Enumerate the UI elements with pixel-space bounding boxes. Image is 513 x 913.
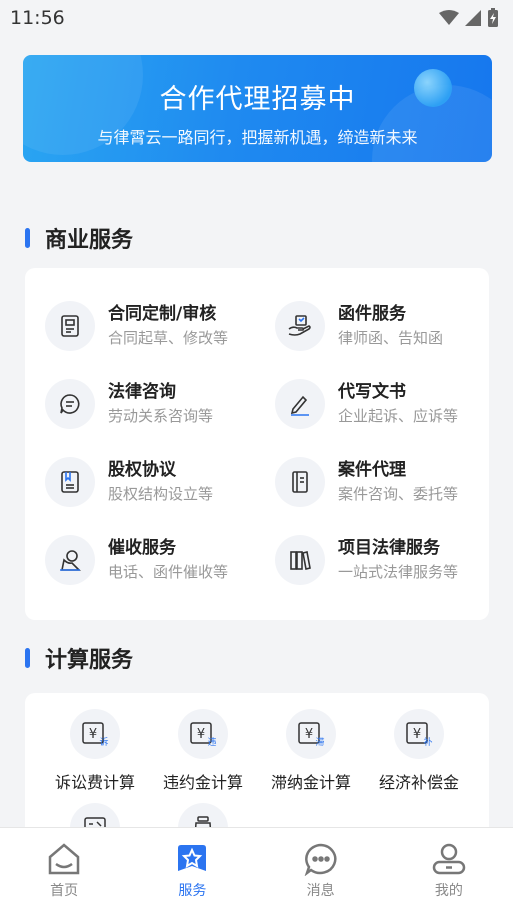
home-icon: [48, 843, 80, 875]
service-desc: 电话、函件催收等: [108, 563, 229, 581]
status-bar: 11:56: [0, 0, 513, 36]
svg-text:¥: ¥: [413, 727, 421, 742]
service-collection[interactable]: 催收服务 电话、函件催收等: [45, 530, 265, 590]
battery-icon: [488, 8, 498, 27]
yen-calc-icon: ¥ 诉: [70, 709, 120, 759]
message-icon: [304, 843, 337, 876]
svg-text:滞: 滞: [315, 737, 324, 747]
service-desc: 律师函、告知函: [338, 329, 444, 347]
service-desc: 股权结构设立等: [108, 485, 214, 503]
service-case[interactable]: 案件代理 案件咨询、委托等: [275, 452, 495, 512]
bookmark-doc-icon: [45, 457, 95, 507]
service-title: 催收服务: [108, 538, 176, 558]
svg-text:¥: ¥: [89, 727, 97, 742]
svg-text:¥: ¥: [197, 727, 205, 742]
calc-section-title: 计算服务: [25, 642, 133, 674]
calc-penalty[interactable]: ¥ 违 违约金计算: [153, 709, 253, 793]
svg-text:违: 违: [207, 737, 216, 747]
calc-late-fee[interactable]: ¥ 滞 滞纳金计算: [261, 709, 361, 793]
letter-hand-icon: [275, 301, 325, 351]
banner-title: 合作代理招募中: [159, 84, 356, 115]
tab-label: 消息: [306, 883, 335, 899]
service-desc: 一站式法律服务等: [338, 563, 459, 581]
contract-icon: [45, 301, 95, 351]
svg-text:诉: 诉: [99, 736, 108, 747]
profile-icon: [432, 843, 466, 875]
banner-subtitle: 与律霄云一路同行，把握新机遇，缔造新未来: [97, 128, 418, 147]
svg-text:¥: ¥: [305, 727, 313, 742]
service-writing[interactable]: 代写文书 企业起诉、应诉等: [275, 374, 495, 434]
business-services-card: 合同定制/审核 合同起草、修改等 函件服务 律师函、告知函 法律咨询 劳动关系咨…: [25, 268, 489, 620]
service-desc: 劳动关系咨询等: [108, 407, 214, 425]
service-title: 代写文书: [338, 382, 406, 402]
service-contract[interactable]: 合同定制/审核 合同起草、修改等: [45, 296, 265, 356]
recruit-banner[interactable]: 合作代理招募中 与律霄云一路同行，把握新机遇，缔造新未来: [23, 55, 492, 162]
calc-label: 经济补偿金: [378, 773, 459, 792]
service-letter[interactable]: 函件服务 律师函、告知函: [275, 296, 495, 356]
service-title: 函件服务: [338, 304, 406, 324]
calc-label: 滞纳金计算: [270, 773, 351, 792]
svg-text:补: 补: [423, 736, 432, 747]
calc-litigation-fee[interactable]: ¥ 诉 诉讼费计算: [45, 709, 145, 793]
service-desc: 企业起诉、应诉等: [338, 407, 459, 425]
service-desc: 案件咨询、委托等: [338, 485, 459, 503]
pen-icon: [275, 379, 325, 429]
tab-profile[interactable]: 我的: [385, 828, 513, 913]
tab-label: 首页: [50, 883, 79, 899]
bottom-tab-bar: 首页 服务 消息 我的: [0, 827, 513, 913]
collector-icon: [45, 535, 95, 585]
service-consult[interactable]: 法律咨询 劳动关系咨询等: [45, 374, 265, 434]
tab-service[interactable]: 服务: [128, 828, 256, 913]
case-folder-icon: [275, 457, 325, 507]
tab-label: 服务: [178, 883, 207, 899]
service-title: 案件代理: [338, 460, 406, 480]
service-desc: 合同起草、修改等: [108, 329, 229, 347]
wifi-icon: [439, 10, 459, 25]
tab-label: 我的: [434, 883, 463, 899]
chat-bubble-icon: [45, 379, 95, 429]
service-star-icon: [178, 845, 207, 871]
service-equity[interactable]: 股权协议 股权结构设立等: [45, 452, 265, 512]
calc-compensation[interactable]: ¥ 补 经济补偿金: [369, 709, 469, 793]
yen-calc-icon: ¥ 违: [178, 709, 228, 759]
service-title: 法律咨询: [108, 382, 176, 402]
status-time: 11:56: [10, 7, 65, 29]
signal-icon: [465, 10, 481, 26]
tab-home[interactable]: 首页: [0, 828, 128, 913]
calc-label: 违约金计算: [162, 773, 243, 792]
tab-messages[interactable]: 消息: [257, 828, 385, 913]
calc-label: 诉讼费计算: [54, 773, 135, 792]
service-title: 项目法律服务: [338, 538, 440, 558]
business-section-title: 商业服务: [25, 222, 133, 254]
yen-calc-icon: ¥ 滞: [286, 709, 336, 759]
service-title: 合同定制/审核: [108, 304, 217, 324]
service-project[interactable]: 项目法律服务 一站式法律服务等: [275, 530, 495, 590]
yen-calc-icon: ¥ 补: [394, 709, 444, 759]
books-icon: [275, 535, 325, 585]
service-title: 股权协议: [108, 460, 176, 480]
